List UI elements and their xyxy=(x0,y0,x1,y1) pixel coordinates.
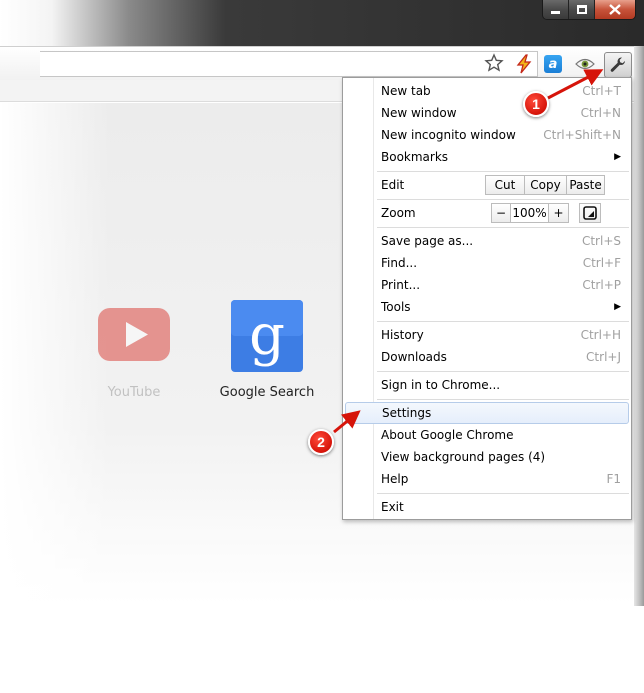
shortcut: Ctrl+T xyxy=(582,84,621,98)
zoom-level: 100% xyxy=(511,203,549,223)
fullscreen-button[interactable] xyxy=(579,203,601,223)
window-right-edge xyxy=(634,46,644,606)
google-search-icon: g xyxy=(231,300,303,372)
shortcut: Ctrl+H xyxy=(580,328,621,342)
menu-item-print[interactable]: Print... Ctrl+P xyxy=(345,274,629,296)
shortcut: Ctrl+S xyxy=(581,234,621,248)
shortcut: Ctrl+J xyxy=(586,350,621,364)
menu-separator xyxy=(377,227,629,228)
menu-item-help[interactable]: Help F1 xyxy=(345,468,629,490)
maximize-button[interactable] xyxy=(569,0,595,19)
submenu-arrow-icon: ▶ xyxy=(614,152,621,162)
menu-item-label: New tab xyxy=(381,84,431,98)
menu-item-exit[interactable]: Exit xyxy=(345,496,629,518)
star-icon[interactable] xyxy=(484,53,504,73)
cut-button[interactable]: Cut xyxy=(485,175,525,195)
submenu-arrow-icon: ▶ xyxy=(614,302,621,312)
menu-item-new-incognito[interactable]: New incognito window Ctrl+Shift+N xyxy=(345,124,629,146)
menu-item-label: Help xyxy=(381,472,409,486)
maximize-icon xyxy=(576,5,587,14)
menu-item-label: Save page as... xyxy=(381,234,474,248)
a-extension-icon[interactable]: a xyxy=(544,55,562,73)
fullscreen-icon xyxy=(583,206,597,220)
copy-button[interactable]: Copy xyxy=(525,175,567,195)
app-label: YouTube xyxy=(107,385,161,400)
edit-button-group: Cut Copy Paste xyxy=(485,175,605,195)
minimize-button[interactable] xyxy=(543,0,569,19)
omnibox[interactable] xyxy=(40,51,538,77)
close-button[interactable] xyxy=(595,0,635,19)
menu-item-label: Settings xyxy=(382,406,432,420)
menu-item-label: Bookmarks xyxy=(381,150,449,164)
menu-item-label: View background pages (4) xyxy=(381,450,546,464)
menu-separator xyxy=(377,199,629,200)
menu-item-background-pages[interactable]: View background pages (4) xyxy=(345,446,629,468)
menu-item-label: Find... xyxy=(381,256,418,270)
shortcut: Ctrl+Shift+N xyxy=(543,128,621,142)
menu-item-new-window[interactable]: New window Ctrl+N xyxy=(345,102,629,124)
callout-badge-1: 1 xyxy=(523,91,549,117)
paste-button[interactable]: Paste xyxy=(567,175,605,195)
menu-item-label: New incognito window xyxy=(381,128,516,142)
minimize-icon xyxy=(551,11,560,14)
window-controls xyxy=(542,0,636,20)
zoom-button-group: − 100% + xyxy=(491,203,569,223)
svg-text:g: g xyxy=(249,303,285,368)
menu-item-label: Exit xyxy=(381,500,404,514)
menu-item-about[interactable]: About Google Chrome xyxy=(345,424,629,446)
shortcut: F1 xyxy=(606,472,621,486)
menu-separator xyxy=(377,321,629,322)
youtube-icon xyxy=(98,300,170,372)
app-google-search[interactable]: g Google Search xyxy=(212,300,322,400)
callout-badge-2: 2 xyxy=(308,429,334,455)
menu-item-history[interactable]: History Ctrl+H xyxy=(345,324,629,346)
menu-separator xyxy=(377,493,629,494)
menu-item-label: Print... xyxy=(381,278,421,292)
app-label: Google Search xyxy=(219,385,315,400)
shortcut: Ctrl+F xyxy=(582,256,621,270)
menu-item-label: New window xyxy=(381,106,457,120)
menu-item-downloads[interactable]: Downloads Ctrl+J xyxy=(345,346,629,368)
zoom-in-button[interactable]: + xyxy=(549,203,569,223)
menu-separator xyxy=(377,171,629,172)
menu-item-tools[interactable]: Tools ▶ xyxy=(345,296,629,318)
menu-item-label: Tools xyxy=(381,300,411,314)
menu-item-new-tab[interactable]: New tab Ctrl+T xyxy=(345,80,629,102)
bolt-extension-icon[interactable] xyxy=(514,54,534,74)
menu-item-label: History xyxy=(381,328,424,342)
menu-item-label: About Google Chrome xyxy=(381,428,514,442)
shortcut: Ctrl+P xyxy=(582,278,621,292)
browser-toolbar: a xyxy=(0,46,644,80)
wrench-button[interactable] xyxy=(604,52,632,78)
menu-item-sign-in[interactable]: Sign in to Chrome... xyxy=(345,374,629,396)
chrome-menu: New tab Ctrl+T New window Ctrl+N New inc… xyxy=(342,77,632,520)
wrench-icon xyxy=(610,57,625,72)
menu-item-save-page[interactable]: Save page as... Ctrl+S xyxy=(345,230,629,252)
menu-item-label: Edit xyxy=(381,178,405,192)
close-icon xyxy=(609,4,621,15)
menu-item-bookmarks[interactable]: Bookmarks ▶ xyxy=(345,146,629,168)
eye-extension-icon[interactable] xyxy=(575,54,595,74)
menu-item-label: Downloads xyxy=(381,350,447,364)
shortcut: Ctrl+N xyxy=(580,106,621,120)
menu-separator xyxy=(377,399,629,400)
menu-item-settings[interactable]: Settings xyxy=(345,402,629,424)
menu-item-label: Sign in to Chrome... xyxy=(381,378,501,392)
zoom-out-button[interactable]: − xyxy=(491,203,511,223)
menu-item-find[interactable]: Find... Ctrl+F xyxy=(345,252,629,274)
app-youtube[interactable]: YouTube xyxy=(79,300,189,400)
menu-separator xyxy=(377,371,629,372)
menu-item-label: Zoom xyxy=(381,206,416,220)
